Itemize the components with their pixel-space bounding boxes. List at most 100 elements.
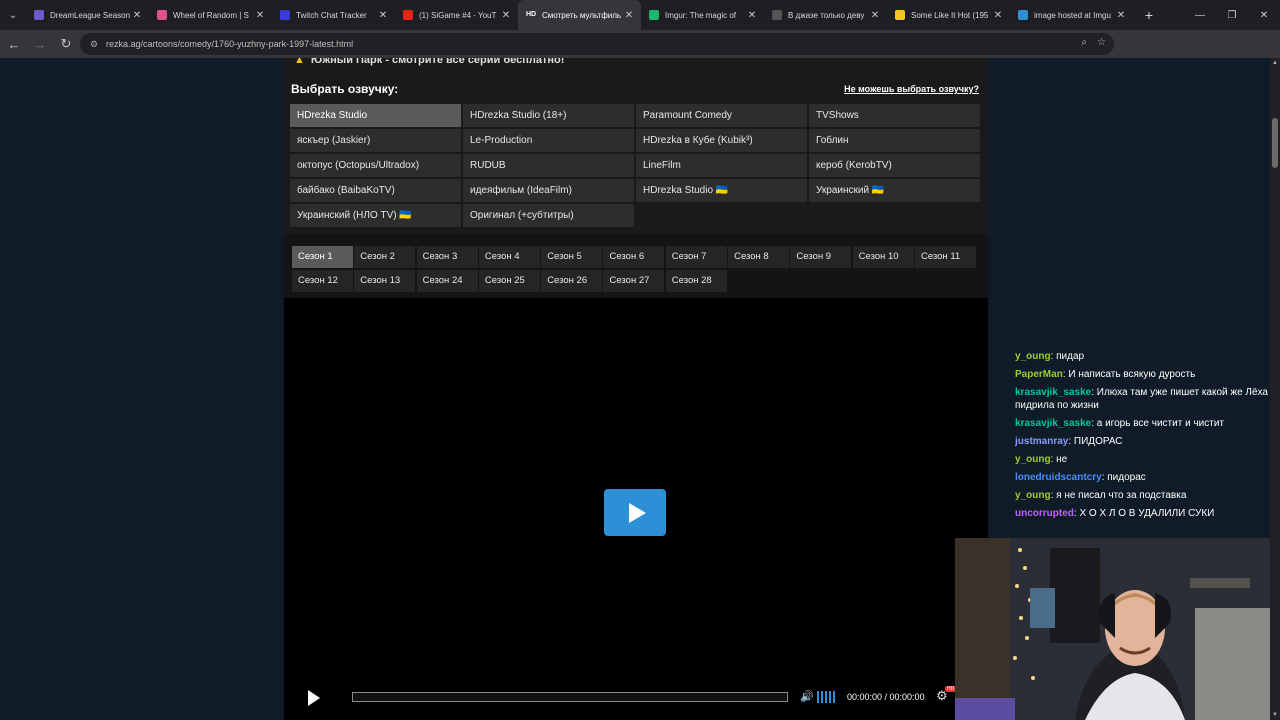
browser-tab[interactable]: HD Смотреть мультфиль ✕: [518, 0, 641, 30]
chat-username: y_oung: [1015, 351, 1051, 362]
dubbing-option[interactable]: HDrezka Studio 🇺🇦: [636, 179, 807, 202]
zoom-icon[interactable]: ⌕: [1081, 37, 1087, 48]
tab-close-icon[interactable]: ✕: [869, 10, 881, 21]
tab-favicon-icon: [403, 10, 413, 20]
scroll-down-icon[interactable]: ▼: [1272, 712, 1278, 718]
tab-close-icon[interactable]: ✕: [746, 10, 758, 21]
url-text: rezka.ag/cartoons/comedy/1760-yuzhny-par…: [106, 39, 354, 49]
chat-message: uncorrupted: Х О Х Л О В УДАЛИЛИ СУКИ: [1015, 507, 1270, 520]
dubbing-option[interactable]: TVShows: [809, 104, 980, 127]
minimize-icon[interactable]: —: [1184, 0, 1216, 30]
season-tab[interactable]: Сезон 24: [416, 270, 478, 292]
chat-text: ПИДОРАС: [1073, 436, 1123, 447]
season-tab[interactable]: Сезон 26: [541, 270, 603, 292]
season-tab[interactable]: Сезон 9: [790, 246, 852, 268]
dubbing-option[interactable]: октопус (Octopus/Ultradox): [290, 154, 461, 177]
omnibox-actions: ⌕ ☆: [1081, 37, 1106, 48]
new-tab-button[interactable]: +: [1137, 7, 1161, 23]
scroll-up-icon[interactable]: ▲: [1272, 60, 1278, 66]
dubbing-option[interactable]: LineFilm: [636, 154, 807, 177]
season-tab[interactable]: Сезон 12: [292, 270, 353, 292]
volume-slider[interactable]: [817, 691, 837, 703]
chat-message: PaperMan: И написать всякую дурость: [1015, 368, 1270, 381]
dubbing-option[interactable]: Оригинал (+субтитры): [463, 204, 634, 227]
browser-tab[interactable]: Twitch Chat Tracker ✕: [272, 0, 395, 30]
time-display: 00:00:00 / 00:00:00: [847, 692, 925, 702]
tab-close-icon[interactable]: ✕: [254, 10, 266, 21]
browser-tab[interactable]: image hosted at Imgu ✕: [1010, 0, 1133, 30]
season-tab[interactable]: Сезон 27: [603, 270, 665, 292]
season-tab[interactable]: Сезон 3: [416, 246, 478, 268]
dubbing-option[interactable]: Le-Production: [463, 129, 634, 152]
browser-tab[interactable]: В джазе только деву ✕: [764, 0, 887, 30]
season-tab[interactable]: Сезон 5: [541, 246, 603, 268]
dubbing-option[interactable]: Украинский 🇺🇦: [809, 179, 980, 202]
season-tab[interactable]: Сезон 4: [478, 246, 540, 268]
season-tab[interactable]: Сезон 8: [728, 246, 790, 268]
dubbing-option[interactable]: HDrezka Studio (18+): [463, 104, 634, 127]
season-tab[interactable]: Сезон 7: [665, 246, 727, 268]
tab-search-icon[interactable]: ⌄: [0, 0, 26, 30]
tab-title: Some Like It Hot (195: [911, 10, 989, 20]
forward-icon[interactable]: →: [28, 32, 52, 56]
browser-tab[interactable]: Wheel of Random | S ✕: [149, 0, 272, 30]
tab-close-icon[interactable]: ✕: [500, 10, 512, 21]
dubbing-option[interactable]: HDrezka Studio: [290, 104, 461, 127]
dubbing-option[interactable]: Украинский (НЛО TV) 🇺🇦: [290, 204, 461, 227]
tab-favicon-icon: [280, 10, 290, 20]
volume-icon[interactable]: 🔊: [800, 690, 814, 703]
tab-title: (1) SiGame #4 - YouT: [419, 10, 497, 20]
chat-text: пидар: [1056, 351, 1085, 362]
restore-icon[interactable]: ❐: [1216, 0, 1248, 30]
dubbing-option[interactable]: Paramount Comedy: [636, 104, 807, 127]
site-info-icon[interactable]: ⚙: [84, 39, 104, 50]
chat-username: y_oung: [1015, 490, 1051, 501]
chat-username: y_oung: [1015, 454, 1051, 465]
season-tab[interactable]: Сезон 10: [852, 246, 914, 268]
dubbing-option[interactable]: идеяфильм (IdeaFilm): [463, 179, 634, 202]
chat-username: krasavjik_saske: [1015, 387, 1092, 398]
browser-tab[interactable]: DreamLeague Season ✕: [26, 0, 149, 30]
tab-close-icon[interactable]: ✕: [1115, 10, 1127, 21]
window-controls: — ❐ ✕: [1184, 0, 1280, 30]
back-icon[interactable]: ←: [2, 32, 26, 56]
bookmark-star-icon[interactable]: ☆: [1097, 37, 1106, 48]
scroll-thumb[interactable]: [1272, 118, 1278, 168]
browser-tab[interactable]: Some Like It Hot (195 ✕: [887, 0, 1010, 30]
season-tab[interactable]: Сезон 11: [914, 246, 976, 268]
page-scrollbar[interactable]: ▲ ▼: [1270, 58, 1280, 720]
page-viewport: ▲ Южный Парк - смотрите все серии бесплат…: [0, 58, 1280, 720]
browser-tab[interactable]: Imgur: The magic of ✕: [641, 0, 764, 30]
warning-text: Южный Парк - смотрите все серии бесплатн…: [310, 58, 565, 66]
season-tab[interactable]: Сезон 1: [292, 246, 353, 268]
reload-icon[interactable]: ↻: [54, 32, 78, 56]
season-tab[interactable]: Сезон 2: [354, 246, 416, 268]
play-button[interactable]: [308, 690, 320, 706]
dubbing-option[interactable]: кероб (KerobTV): [809, 154, 980, 177]
tab-close-icon[interactable]: ✕: [377, 10, 389, 21]
dubbing-option[interactable]: HDrezka в Кубе (Kubik³): [636, 129, 807, 152]
dubbing-option[interactable]: RUDUB: [463, 154, 634, 177]
tab-close-icon[interactable]: ✕: [992, 10, 1004, 21]
chat-username: lonedruidscantcry: [1015, 472, 1102, 483]
dub-help-link[interactable]: Не можешь выбрать озвучку?: [844, 84, 979, 94]
dubbing-option[interactable]: Гоблин: [809, 129, 980, 152]
dubbing-option[interactable]: яскъер (Jaskier): [290, 129, 461, 152]
tab-title: DreamLeague Season: [50, 10, 131, 20]
address-bar[interactable]: ⚙ rezka.ag/cartoons/comedy/1760-yuzhny-p…: [80, 33, 1114, 55]
season-tab[interactable]: Сезон 6: [603, 246, 665, 268]
tab-title: Imgur: The magic of: [665, 10, 736, 20]
dubbing-panel: ▲ Южный Парк - смотрите все серии бесплат…: [284, 58, 988, 234]
dubbing-option[interactable]: байбако (BaibaKoTV): [290, 179, 461, 202]
close-window-icon[interactable]: ✕: [1248, 0, 1280, 30]
seek-bar[interactable]: [352, 692, 788, 702]
tab-close-icon[interactable]: ✕: [131, 10, 143, 21]
tab-close-icon[interactable]: ✕: [623, 10, 635, 21]
browser-tab[interactable]: (1) SiGame #4 - YouT ✕: [395, 0, 518, 30]
big-play-button[interactable]: [604, 489, 666, 536]
chat-message: lonedruidscantcry: пидорас: [1015, 471, 1270, 484]
chat-text: не: [1056, 454, 1068, 465]
season-tab[interactable]: Сезон 25: [478, 270, 540, 292]
season-tab[interactable]: Сезон 28: [665, 270, 727, 292]
season-tab[interactable]: Сезон 13: [354, 270, 416, 292]
